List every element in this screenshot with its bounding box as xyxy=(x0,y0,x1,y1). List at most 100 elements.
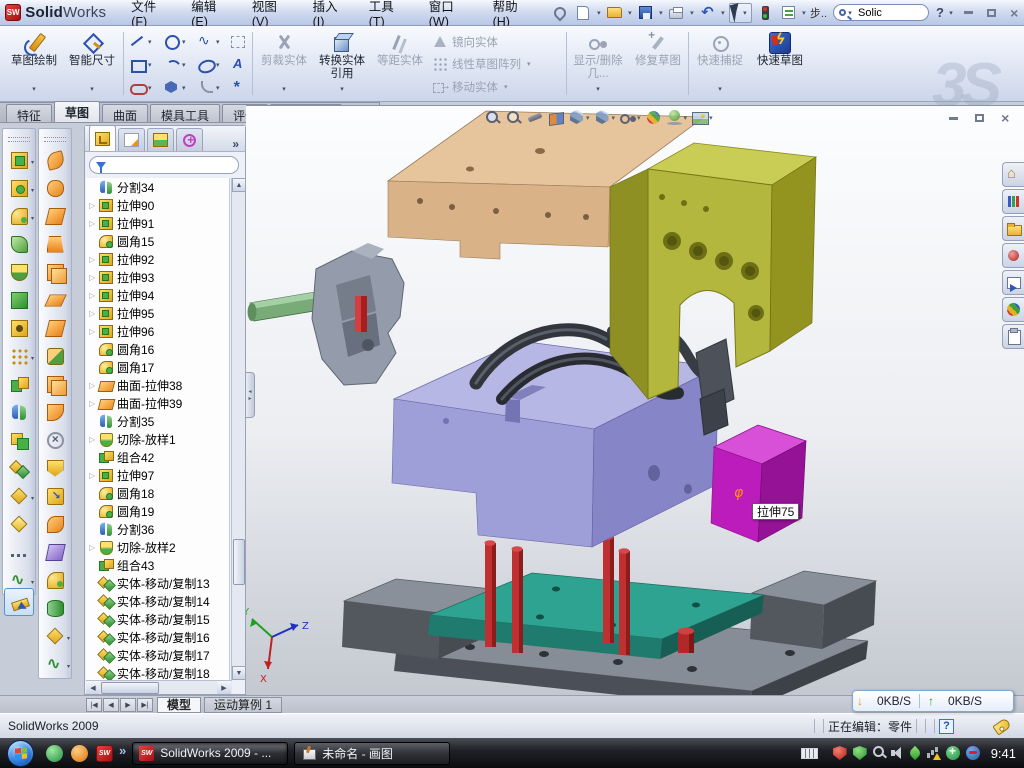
messenger-icon[interactable] xyxy=(908,746,922,760)
spline-dropdown[interactable]: ▾ xyxy=(216,38,220,46)
menu-item[interactable]: 窗口(W) xyxy=(418,0,482,29)
tree-item[interactable]: 圆角16 xyxy=(86,340,229,358)
print-dropdown[interactable]: ▾ xyxy=(688,9,696,17)
ellipse-dropdown[interactable]: ▾ xyxy=(216,61,220,69)
arc-tool-button[interactable] xyxy=(162,55,181,74)
new-file-dropdown[interactable]: ▾ xyxy=(595,9,603,17)
tree-filter-input[interactable] xyxy=(111,159,253,171)
open-file-button[interactable] xyxy=(604,3,625,23)
scroll-left-button[interactable]: ◀ xyxy=(86,681,100,694)
previous-view-icon[interactable]: ▾ xyxy=(526,109,543,126)
network-warning-icon[interactable] xyxy=(926,746,940,760)
swept-boss-icon[interactable]: ▾ xyxy=(4,230,34,258)
model-ejector-arm[interactable] xyxy=(248,243,405,385)
reference-axis-icon[interactable]: ▾ xyxy=(4,538,34,566)
model-tab[interactable]: 模型 xyxy=(157,697,201,713)
appearances-tab-icon[interactable] xyxy=(1002,297,1024,322)
replace-face-icon[interactable]: ▾ xyxy=(40,482,70,510)
design-library-tab-icon[interactable] xyxy=(1002,189,1024,214)
tree-item[interactable]: 实体-移动/复制13 xyxy=(86,574,229,592)
hole-wizard-icon[interactable]: ▾ xyxy=(4,314,34,342)
tree-item[interactable]: 拉伸91 xyxy=(86,214,229,232)
zoom-area-icon[interactable]: ▾ xyxy=(505,109,522,126)
delete-body-icon[interactable]: ▾ xyxy=(4,482,34,510)
open-file-dropdown[interactable]: ▾ xyxy=(626,9,634,17)
propertymanager-tab[interactable] xyxy=(118,128,145,151)
knit-surface-icon[interactable]: ▾ xyxy=(40,370,70,398)
panel-overflow-button[interactable]: » xyxy=(232,137,239,151)
boundary-surface-icon[interactable]: ▾ xyxy=(40,258,70,286)
shell-icon[interactable]: ▾ xyxy=(4,286,34,314)
tree-item[interactable]: 拉伸95 xyxy=(86,304,229,322)
options-dropdown[interactable]: ▾ xyxy=(800,9,808,17)
taskbar-task-button[interactable]: 未命名 - 画图 xyxy=(294,742,450,765)
pin-toolbar-button[interactable] xyxy=(550,3,571,23)
quicklaunch-security-icon[interactable] xyxy=(46,745,63,762)
model-canvas[interactable]: φ xyxy=(246,106,1024,695)
tray-search-icon[interactable] xyxy=(873,746,884,757)
sketch-fillet-dropdown[interactable]: ▾ xyxy=(216,84,220,92)
trim-surface-icon[interactable]: ▾ xyxy=(40,454,70,482)
mirror-entities-button[interactable]: 镜向实体 xyxy=(432,32,560,51)
save-dropdown[interactable]: ▾ xyxy=(657,9,665,17)
untrim-surface-icon[interactable]: ▾ xyxy=(40,426,70,454)
tree-item[interactable]: 实体-移动/复制18 xyxy=(86,664,229,680)
expand-arrow-icon[interactable] xyxy=(89,201,99,210)
clock[interactable]: 9:41 xyxy=(991,746,1016,761)
options-button[interactable] xyxy=(778,3,799,23)
revolved-surface-icon[interactable]: ▾ xyxy=(40,174,70,202)
combine-icon[interactable]: ▾ xyxy=(4,426,34,454)
health-shield-icon[interactable] xyxy=(946,746,960,760)
search-box[interactable]: ▾ xyxy=(833,4,929,21)
swept-surface-icon[interactable]: ▾ xyxy=(40,146,70,174)
sketch-button[interactable]: 草图绘制▾ xyxy=(6,30,62,96)
sketch-text-button[interactable] xyxy=(228,55,247,74)
display-delete-relations-button[interactable]: 显示/删除几...▾ xyxy=(570,30,626,96)
resources-tab-icon[interactable] xyxy=(1002,162,1024,187)
next-tab-button[interactable]: ▶ xyxy=(120,698,136,712)
fillet-icon[interactable]: ▾ xyxy=(4,202,34,230)
offset-surface-icon[interactable]: ▾ xyxy=(40,286,70,314)
planar-surface-icon[interactable]: ▾ xyxy=(40,314,70,342)
reference-geometry-icon[interactable]: ▾ xyxy=(40,622,70,650)
slot-dropdown[interactable]: ▾ xyxy=(148,84,152,92)
app-minimize-button[interactable] xyxy=(958,5,978,21)
circle-dropdown[interactable]: ▾ xyxy=(182,38,186,46)
model-side-block[interactable]: φ xyxy=(711,425,806,542)
quick-snaps-button[interactable]: 快速捕捉▾ xyxy=(692,30,748,96)
antivirus-shield-icon[interactable] xyxy=(833,746,847,760)
menu-item[interactable]: 文件(F) xyxy=(120,0,180,29)
status-help-button[interactable]: ? xyxy=(939,719,954,734)
command-tab[interactable]: 曲面 xyxy=(102,104,148,122)
expand-arrow-icon[interactable] xyxy=(89,255,99,264)
menu-item[interactable]: 工具(T) xyxy=(358,0,418,29)
zoom-fit-icon[interactable]: ▾ xyxy=(484,109,501,126)
tree-item[interactable]: 拉伸97 xyxy=(86,466,229,484)
move-entities-button[interactable]: 移动实体▾ xyxy=(432,77,560,96)
tree-item[interactable]: 分割35 xyxy=(86,412,229,430)
doc-close-button[interactable]: × xyxy=(994,110,1016,126)
apply-scene-icon[interactable]: ▾ xyxy=(666,109,688,126)
scroll-up-button[interactable]: ▲ xyxy=(232,178,246,192)
rectangle-dropdown[interactable]: ▾ xyxy=(148,61,152,69)
instant3d-button[interactable] xyxy=(4,584,34,616)
freeform-icon[interactable]: ▾ xyxy=(40,342,70,370)
command-tab[interactable]: 特征 xyxy=(6,104,52,122)
split-icon[interactable]: ▾ xyxy=(4,398,34,426)
featuremanager-tab[interactable] xyxy=(89,125,116,151)
search-tab-icon[interactable] xyxy=(1002,243,1024,268)
expand-arrow-icon[interactable] xyxy=(89,291,99,300)
input-method-icon[interactable] xyxy=(801,748,818,759)
line-dropdown[interactable]: ▾ xyxy=(148,38,152,46)
fillet-surface-icon[interactable]: ▾ xyxy=(40,566,70,594)
extruded-boss-icon[interactable]: ▾ xyxy=(4,146,34,174)
convert-entities-button[interactable]: 转换实体引用▾ xyxy=(314,30,370,96)
expand-arrow-icon[interactable] xyxy=(89,273,99,282)
taskbar-task-button[interactable]: SW SolidWorks 2009 - ... xyxy=(132,742,288,765)
file-explorer-tab-icon[interactable] xyxy=(1002,216,1024,241)
prev-tab-button[interactable]: ◀ xyxy=(103,698,119,712)
rebuild-button[interactable] xyxy=(755,3,776,23)
help-dropdown[interactable]: ▾ xyxy=(947,9,955,17)
expand-arrow-icon[interactable] xyxy=(89,471,99,480)
curve-surface-icon[interactable]: ▾ xyxy=(40,650,70,678)
